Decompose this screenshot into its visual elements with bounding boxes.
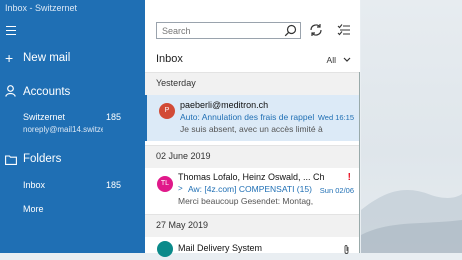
folder-title: Inbox [156,53,183,65]
message-date: Sun 02/06 [319,186,354,195]
accounts-heading[interactable]: Accounts [0,84,145,102]
sync-icon[interactable] [309,22,323,43]
background-landscape-image [361,190,462,253]
avatar [157,241,173,257]
attachment-icon [343,242,350,260]
message-list-pane: Search Inbox All Yesterday P paeberli@me… [145,0,360,257]
message-sender: paeberli@meditron.ch [180,100,269,110]
message-preview: Je suis absent, avec un accès limité à [180,124,323,134]
scrollbar[interactable] [359,72,360,253]
folders-heading[interactable]: Folders [0,151,145,169]
date-group-label: 02 June 2019 [156,151,211,161]
message-sender: Thomas Lofalo, Heinz Oswald, ... Ch [178,172,325,182]
account-name: Switzernet [23,112,66,122]
more-label: More [23,204,44,214]
more-link[interactable]: More [0,202,145,218]
message-sender: Mail Delivery System [178,243,263,253]
new-mail-label: New mail [23,52,71,64]
avatar: P [159,103,175,119]
folder-inbox-label: Inbox [23,180,46,190]
new-mail-button[interactable]: + New mail [0,50,145,68]
message-subject: Aw: [4z.com] COMPENSATI (15) [188,184,312,194]
date-group-header: Yesterday [145,72,360,95]
folder-inbox[interactable]: Inbox 185 [0,178,145,194]
message-item[interactable]: TL Thomas Lofalo, Heinz Oswald, ... Ch >… [145,168,360,212]
plus-icon: + [5,50,14,66]
folders-label: Folders [23,153,62,165]
search-input[interactable]: Search [156,22,301,39]
hamburger-menu-icon[interactable] [6,26,16,38]
message-subject: Auto: Annulation des frais de rappel [180,112,315,122]
thread-expand-icon[interactable]: > [178,184,183,193]
person-icon [5,85,16,100]
search-icon[interactable] [284,24,297,42]
folder-inbox-count: 185 [105,180,121,190]
accounts-label: Accounts [23,86,71,98]
message-item[interactable]: P paeberli@meditron.ch Auto: Annulation … [145,95,360,141]
date-group-header: 27 May 2019 [145,214,360,237]
filter-dropdown[interactable]: All [327,55,336,65]
account-count: 185 [105,112,121,122]
chevron-down-icon[interactable] [343,55,351,65]
avatar: TL [157,176,173,192]
high-importance-icon: ! [347,172,351,183]
window-title: Inbox - Switzernet [5,3,78,13]
message-date: Wed 16:15 [317,113,354,122]
date-group-label: 27 May 2019 [156,220,209,230]
message-item[interactable]: Mail Delivery System [145,237,360,257]
message-preview: Merci beaucoup Gesendet: Montag, [178,196,314,206]
select-mode-icon[interactable] [337,22,351,43]
folder-icon [5,153,17,168]
date-group-header: 02 June 2019 [145,145,360,168]
sidebar: Inbox - Switzernet + New mail Accounts S… [0,0,145,253]
date-group-label: Yesterday [156,78,196,88]
search-placeholder: Search [162,26,191,36]
account-email: noreply@mail14.switzer... [23,125,103,134]
